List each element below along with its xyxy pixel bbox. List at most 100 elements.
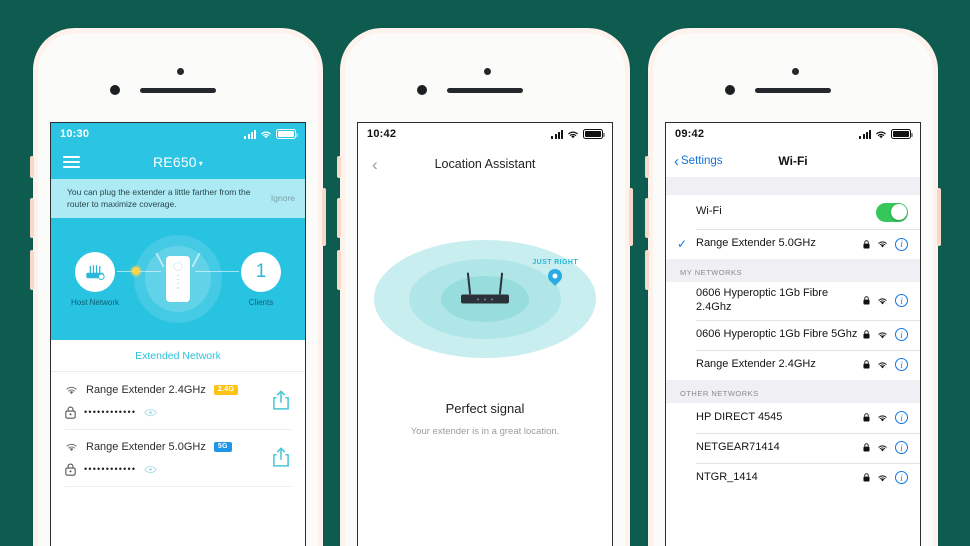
- lock-icon: [65, 463, 76, 476]
- volume-down-button[interactable]: [645, 250, 649, 290]
- info-icon[interactable]: i: [895, 237, 908, 251]
- silent-switch[interactable]: [645, 156, 649, 178]
- row-icons: i: [863, 237, 908, 251]
- earpiece-speaker: [140, 88, 216, 93]
- network-card-5-header: Range Extender 5.0GHz 5G: [65, 441, 291, 453]
- network-card-5[interactable]: Range Extender 5.0GHz 5G ••••••••••••: [51, 428, 305, 486]
- router-icon: [86, 264, 105, 280]
- phone-device-3: 09:42 ‹ Settings Wi-Fi Wi-Fi ✓ Range Ext…: [645, 28, 941, 546]
- device-name-label: RE650: [152, 154, 197, 170]
- proximity-sensor-icon: [177, 68, 184, 75]
- ignore-button[interactable]: Ignore: [271, 193, 295, 203]
- info-icon[interactable]: i: [895, 411, 908, 424]
- volume-up-button[interactable]: [30, 198, 34, 238]
- network-ssid: 0606 Hyperoptic 1Gb Fibre 5Ghz: [696, 327, 858, 340]
- lock-icon: [65, 406, 76, 419]
- status-time: 09:42: [675, 128, 705, 140]
- eye-icon[interactable]: [144, 408, 157, 417]
- host-network-node[interactable]: [75, 251, 115, 292]
- network-card-5-password-row: ••••••••••••: [65, 463, 291, 476]
- front-camera-icon: [110, 85, 120, 95]
- page-title: Location Assistant: [434, 157, 536, 171]
- front-camera-icon: [725, 85, 735, 95]
- phone-1-navbar: RE650 ▾: [51, 145, 305, 179]
- wifi-icon: [878, 444, 887, 451]
- extended-network-tab[interactable]: Extended Network: [51, 339, 305, 372]
- status-time: 10:30: [60, 128, 90, 140]
- share-icon[interactable]: [271, 446, 291, 468]
- phone-1-header: 10:30 RE650 ▾: [51, 123, 305, 179]
- phone-3-screen: 09:42 ‹ Settings Wi-Fi Wi-Fi ✓ Range Ext…: [665, 122, 921, 546]
- wifi-toggle-switch[interactable]: [876, 202, 908, 222]
- wifi-toggle-row[interactable]: Wi-Fi: [666, 195, 920, 229]
- map-pin-icon: [545, 266, 566, 286]
- chevron-down-icon: ▾: [198, 158, 204, 168]
- battery-icon: [276, 129, 298, 139]
- wifi-icon: [878, 474, 887, 481]
- share-icon[interactable]: [271, 389, 291, 411]
- lock-icon: [863, 413, 870, 422]
- extender-dial: [173, 261, 183, 271]
- screenshot-stage: 10:30 RE650 ▾ You can plug the extender …: [0, 0, 970, 546]
- list-divider: [65, 485, 291, 487]
- phone-3-navbar: ‹ Settings Wi-Fi: [666, 145, 920, 177]
- volume-up-button[interactable]: [337, 198, 341, 238]
- earpiece-speaker: [447, 88, 523, 93]
- router-icon: [461, 272, 509, 304]
- network-card-24-header: Range Extender 2.4GHz 2.4G: [65, 384, 291, 396]
- clients-count: 1: [255, 260, 267, 282]
- silent-switch[interactable]: [30, 156, 34, 178]
- clients-node[interactable]: 1: [241, 251, 281, 292]
- status-bar-1: 10:30: [51, 123, 305, 145]
- status-bar-2: 10:42: [358, 123, 612, 145]
- info-icon[interactable]: i: [895, 328, 908, 341]
- power-button[interactable]: [629, 188, 633, 246]
- wifi-icon: [878, 241, 887, 248]
- list-item[interactable]: Range Extender 2.4GHz i: [666, 349, 920, 380]
- eye-icon[interactable]: [144, 465, 157, 474]
- network-card-24-password-row: ••••••••••••: [65, 406, 291, 419]
- device-title[interactable]: RE650 ▾: [51, 154, 305, 170]
- info-icon[interactable]: i: [895, 471, 908, 484]
- just-right-label: JUST RIGHT: [532, 259, 578, 266]
- status-icons: [859, 129, 913, 139]
- list-item[interactable]: 0606 Hyperoptic 1Gb Fibre 5Ghz i: [666, 319, 920, 350]
- info-icon[interactable]: i: [895, 441, 908, 454]
- status-icons: [244, 129, 298, 139]
- coverage-illustration: JUST RIGHT: [358, 229, 612, 369]
- network-topology-diagram: Host Network 1 Clients: [51, 217, 305, 340]
- network-card-24[interactable]: Range Extender 2.4GHz 2.4G ••••••••••••: [51, 372, 305, 429]
- silent-switch[interactable]: [337, 156, 341, 178]
- range-extender-icon: [155, 252, 201, 302]
- list-item[interactable]: NTGR_1414 i: [666, 462, 920, 493]
- connected-network-row[interactable]: ✓ Range Extender 5.0GHz i: [666, 229, 920, 259]
- list-item[interactable]: NETGEAR71414 i: [666, 432, 920, 463]
- info-icon[interactable]: i: [895, 294, 908, 308]
- band-badge-24: 2.4G: [213, 384, 239, 395]
- connection-spark-icon: [132, 266, 140, 275]
- power-button[interactable]: [322, 188, 326, 246]
- proximity-sensor-icon: [484, 68, 491, 75]
- wifi-toggle-label: Wi-Fi: [696, 205, 722, 218]
- list-item[interactable]: 0606 Hyperoptic 1Gb Fibre 2.4Ghz i: [666, 282, 920, 320]
- row-icons: i: [863, 358, 908, 371]
- network-ssid: Range Extender 2.4GHz: [86, 383, 206, 396]
- row-icons: i: [863, 471, 908, 484]
- volume-down-button[interactable]: [30, 250, 34, 290]
- lock-icon: [863, 239, 870, 248]
- info-icon[interactable]: i: [895, 358, 908, 371]
- hamburger-menu-icon[interactable]: [63, 156, 80, 168]
- proximity-sensor-icon: [792, 68, 799, 75]
- tip-banner-text: You can plug the extender a little farth…: [67, 187, 251, 210]
- phone-device-2: 10:42 ‹ Location Assistant JUST RIGHT Pe…: [337, 28, 633, 546]
- cellular-bars-icon: [244, 129, 256, 139]
- power-button[interactable]: [937, 188, 941, 246]
- extender-leds: [176, 274, 180, 289]
- volume-up-button[interactable]: [645, 198, 649, 238]
- location-marker: JUST RIGHT: [532, 259, 578, 286]
- extended-network-label: Extended Network: [135, 349, 221, 362]
- network-ssid: NETGEAR71414: [696, 440, 780, 453]
- status-icons: [551, 129, 605, 139]
- list-item[interactable]: HP DIRECT 4545 i: [666, 403, 920, 433]
- volume-down-button[interactable]: [337, 250, 341, 290]
